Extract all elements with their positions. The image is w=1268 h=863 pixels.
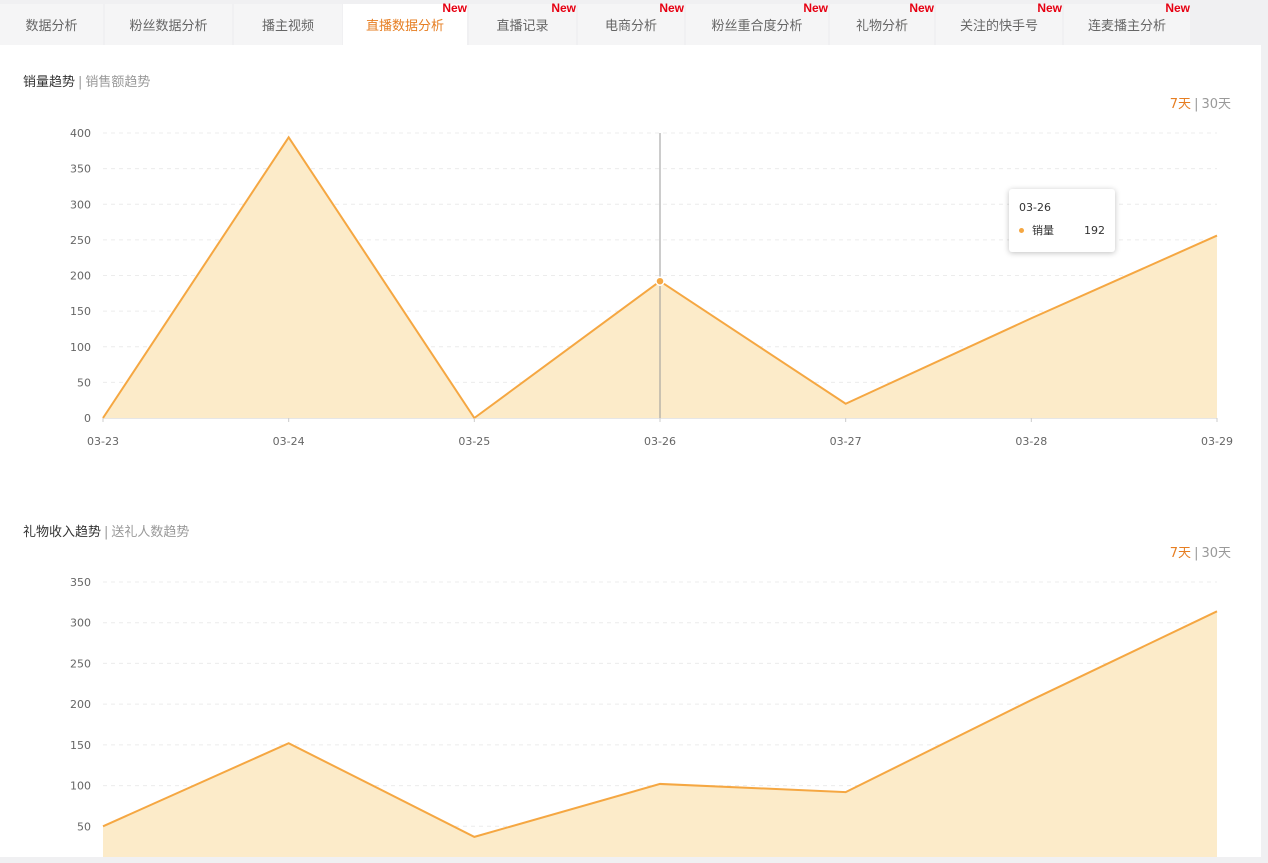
series-area xyxy=(103,611,1217,857)
x-tick-label: 03-27 xyxy=(830,435,862,448)
y-tick-label: 0 xyxy=(84,412,91,425)
x-tick-label: 03-26 xyxy=(644,435,676,448)
y-tick-label: 300 xyxy=(70,198,91,211)
y-tick-label: 150 xyxy=(70,305,91,318)
y-tick-label: 100 xyxy=(70,341,91,354)
charts-canvas[interactable]: 0 50 100 150 200 250 300 350 400 03-23 03-24 03-25 0… xyxy=(0,0,1268,863)
y-tick-label: 250 xyxy=(70,234,91,247)
page-bottom-edge xyxy=(0,857,1268,863)
tooltip-value: 192 xyxy=(1084,223,1105,237)
y-tick-label: 100 xyxy=(70,780,91,793)
tooltip-row: 销量 192 xyxy=(1019,222,1105,238)
y-tick-label: 300 xyxy=(70,617,91,630)
y-tick-label: 150 xyxy=(70,739,91,752)
x-tick-label: 03-25 xyxy=(458,435,490,448)
y-tick-label: 200 xyxy=(70,698,91,711)
x-tick-label: 03-29 xyxy=(1201,435,1233,448)
x-tick-label: 03-24 xyxy=(273,435,305,448)
y-tick-label: 50 xyxy=(77,376,91,389)
x-tick-label: 03-28 xyxy=(1015,435,1047,448)
y-tick-label: 200 xyxy=(70,270,91,283)
y-tick-label: 50 xyxy=(77,820,91,833)
tooltip-series-name: 销量 xyxy=(1032,224,1054,237)
y-tick-label: 400 xyxy=(70,127,91,140)
data-point xyxy=(655,276,665,286)
y-tick-label: 350 xyxy=(70,163,91,176)
tooltip-date: 03-26 xyxy=(1019,201,1051,214)
y-tick-label: 350 xyxy=(70,576,91,589)
chart-tooltip: 03-26 销量 192 xyxy=(1009,189,1115,252)
y-tick-label: 250 xyxy=(70,657,91,670)
x-tick-label: 03-23 xyxy=(87,435,119,448)
series-dot-icon xyxy=(1019,227,1024,233)
